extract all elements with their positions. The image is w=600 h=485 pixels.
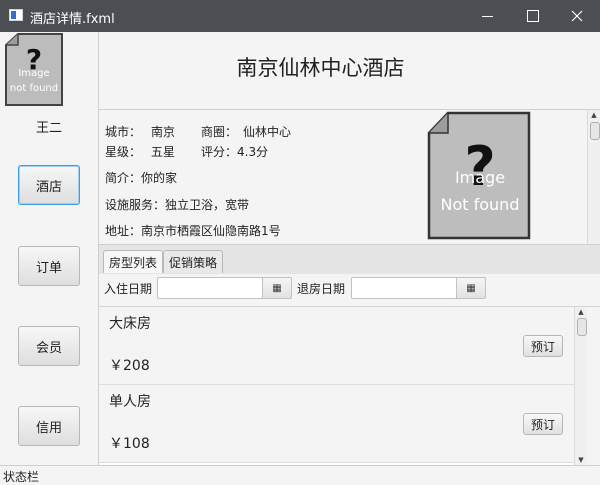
avatar-alt-text-1: Image xyxy=(18,68,49,79)
scroll-up-icon[interactable]: ▲ xyxy=(588,110,600,120)
checkout-label: 退房日期 xyxy=(297,282,346,296)
room-price: ￥208 xyxy=(109,358,150,374)
room-name: 大床房 xyxy=(109,316,151,332)
maximize-icon xyxy=(527,10,539,22)
window-titlebar: 酒店详情.fxml xyxy=(0,0,600,32)
hotel-image-alt-text-2: Not found xyxy=(441,195,520,214)
hotel-image: ? Image Not found xyxy=(427,111,531,240)
nav-button-credit[interactable]: 信用 xyxy=(18,406,80,446)
tab-room-types[interactable]: 房型列表 xyxy=(103,250,164,273)
avatar: ? Image not found xyxy=(5,33,63,106)
date-filter-row: 入住日期 ▦ 退房日期 ▦ xyxy=(99,274,600,307)
room-scroll-thumb[interactable] xyxy=(577,318,587,336)
checkout-calendar-button[interactable]: ▦ xyxy=(456,277,486,299)
city-district-line: 城市： 南京 商圈： 仙林中心 xyxy=(105,123,291,140)
calendar-icon: ▦ xyxy=(272,282,282,294)
info-scroll-thumb[interactable] xyxy=(590,122,600,140)
facilities-text: 设施服务：独立卫浴，宽带 xyxy=(105,198,250,212)
district-label: 商圈： xyxy=(201,125,238,139)
tab-bar: 房型列表 促销策略 xyxy=(99,244,600,275)
nav-button-hotel[interactable]: 酒店 xyxy=(18,165,80,205)
tab-promotions[interactable]: 促销策略 xyxy=(163,250,224,273)
intro-text: 简介：你的家 xyxy=(105,171,178,185)
sidebar: ? Image not found 王二 酒店 订单 会员 信用 xyxy=(0,32,99,465)
rating-value: 评分：4.3分 xyxy=(201,145,269,159)
app-window-icon xyxy=(9,9,23,21)
room-price: ￥108 xyxy=(109,436,150,452)
list-item: 单人房 ￥108 预订 xyxy=(99,385,575,463)
nav-button-orders[interactable]: 订单 xyxy=(18,246,80,286)
district-value: 仙林中心 xyxy=(243,125,292,139)
checkin-calendar-button[interactable]: ▦ xyxy=(262,277,292,299)
close-icon xyxy=(571,10,583,22)
svg-text:?: ? xyxy=(464,135,495,198)
maximize-button[interactable] xyxy=(510,0,556,32)
scroll-down-icon[interactable]: ▼ xyxy=(575,455,587,465)
minimize-button[interactable] xyxy=(464,0,510,32)
list-item: 大床房 ￥208 预订 xyxy=(99,307,575,385)
room-name: 单人房 xyxy=(109,394,151,410)
hotel-image-alt-text-1: Image xyxy=(455,168,505,187)
avatar-alt-text-2: not found xyxy=(10,83,58,94)
city-value: 南京 xyxy=(151,125,176,139)
star-value: 五星 xyxy=(151,145,176,159)
checkin-label: 入住日期 xyxy=(104,282,153,296)
status-text: 状态栏 xyxy=(3,470,40,484)
star-rating-line: 星级： 五星 评分：4.3分 xyxy=(105,143,268,160)
room-list-scrollbar[interactable]: ▲ ▼ xyxy=(574,307,587,465)
user-name: 王二 xyxy=(35,121,62,136)
info-scrollbar[interactable]: ▲ xyxy=(587,110,600,244)
checkin-date-input[interactable] xyxy=(157,277,263,299)
minimize-icon xyxy=(481,15,493,17)
city-label: 城市： xyxy=(105,125,142,139)
address-text: 地址：南京市栖霞区仙隐南路1号 xyxy=(105,224,281,238)
header-panel: 南京仙林中心酒店 xyxy=(99,32,600,110)
hotel-name-title: 南京仙林中心酒店 xyxy=(236,56,405,80)
hotel-info-panel: 城市： 南京 商圈： 仙林中心 星级： 五星 评分：4.3分 简介：你的家 设施服务：独立… xyxy=(99,110,600,244)
book-button[interactable]: 预订 xyxy=(523,413,563,435)
close-button[interactable] xyxy=(554,0,600,32)
room-list: 大床房 ￥208 预订 单人房 ￥108 预订 xyxy=(99,307,587,465)
calendar-icon: ▦ xyxy=(466,282,476,294)
scroll-up-icon[interactable]: ▲ xyxy=(575,307,587,317)
nav-button-member[interactable]: 会员 xyxy=(18,326,80,366)
checkout-date-input[interactable] xyxy=(351,277,457,299)
book-button[interactable]: 预订 xyxy=(523,335,563,357)
window-title: 酒店详情.fxml xyxy=(30,12,115,27)
star-label: 星级： xyxy=(105,145,142,159)
status-bar: 状态栏 xyxy=(0,465,600,485)
